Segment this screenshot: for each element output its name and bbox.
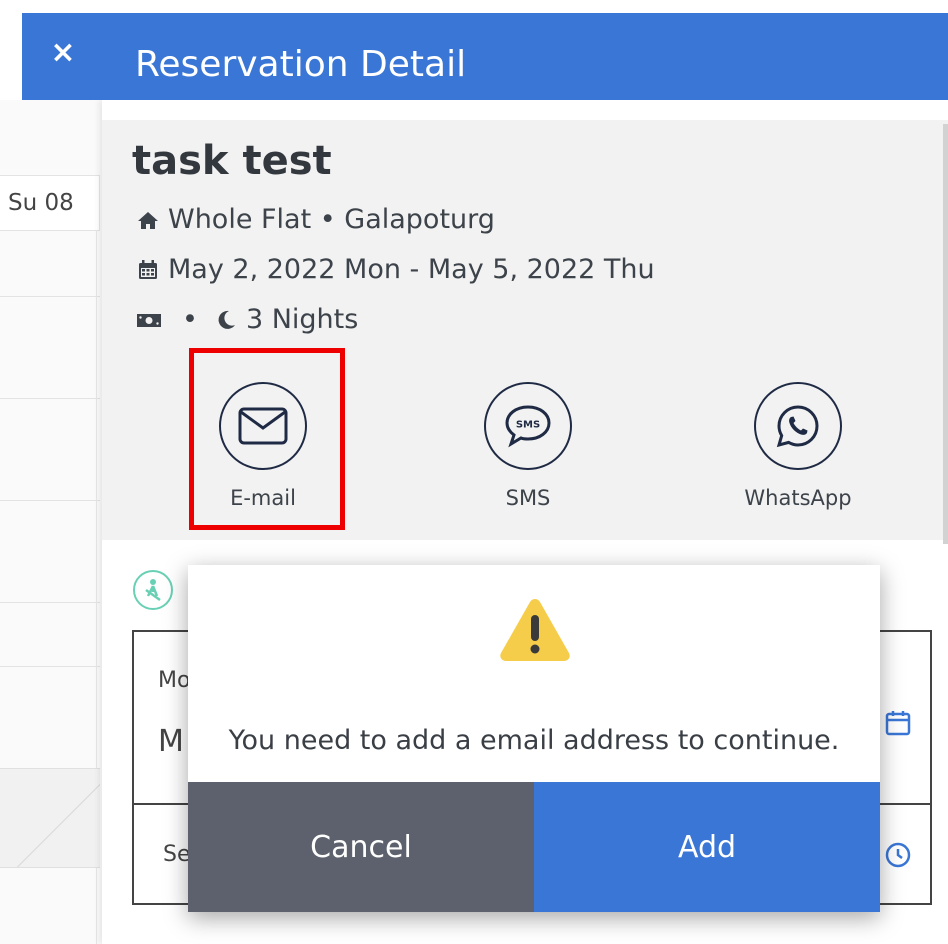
email-highlight-box: [189, 348, 345, 530]
whatsapp-label: WhatsApp: [744, 486, 852, 510]
whatsapp-button[interactable]: [754, 382, 842, 470]
form-field-label-2: Se: [163, 842, 191, 867]
dialog-message: You need to add a email address to conti…: [228, 725, 840, 756]
close-icon[interactable]: ×: [46, 36, 80, 70]
whatsapp-icon: [776, 405, 819, 448]
calendar-icon: [136, 258, 160, 282]
calendar-row-line: [0, 602, 100, 603]
sms-label: SMS: [505, 486, 551, 510]
svg-text:SMS: SMS: [516, 420, 540, 431]
property-row: Whole Flat • Galapoturg: [136, 204, 495, 235]
sms-button[interactable]: SMS: [484, 382, 572, 470]
panel-title: Reservation Detail: [135, 44, 467, 85]
clock-icon[interactable]: [884, 841, 912, 869]
form-field-value[interactable]: M: [158, 724, 184, 759]
cancel-button[interactable]: Cancel: [188, 782, 534, 912]
home-icon: [136, 208, 160, 232]
calendar-row-line: [0, 398, 100, 399]
calendar-blocked-cell: [0, 768, 100, 868]
dates-text: May 2, 2022 Mon - May 5, 2022 Thu: [168, 254, 655, 285]
price-nights-row: • 3 Nights: [136, 304, 358, 335]
sms-option[interactable]: SMS SMS: [458, 382, 598, 510]
dates-row: May 2, 2022 Mon - May 5, 2022 Thu: [136, 254, 655, 285]
property-text: Whole Flat • Galapoturg: [168, 204, 495, 235]
guest-icon: [133, 570, 173, 610]
calendar-day-header: Su 08: [0, 175, 100, 231]
price-separator: •: [182, 304, 198, 335]
reservation-title: task test: [132, 138, 332, 184]
warning-icon: [497, 595, 573, 665]
nights-text: 3 Nights: [245, 304, 359, 335]
moon-icon: [214, 308, 238, 332]
add-button[interactable]: Add: [534, 782, 880, 912]
whatsapp-option[interactable]: WhatsApp: [728, 382, 868, 510]
calendar-row-line: [0, 666, 100, 667]
panel-scrollbar[interactable]: [943, 124, 948, 544]
form-field-label: Mo: [158, 668, 191, 693]
calendar-row-line: [0, 500, 100, 501]
calendar-picker-icon[interactable]: [884, 709, 912, 737]
money-icon: [136, 308, 162, 332]
email-required-dialog: You need to add a email address to conti…: [188, 565, 880, 912]
sms-bubble-icon: SMS: [505, 405, 551, 448]
calendar-row-line: [0, 296, 100, 297]
